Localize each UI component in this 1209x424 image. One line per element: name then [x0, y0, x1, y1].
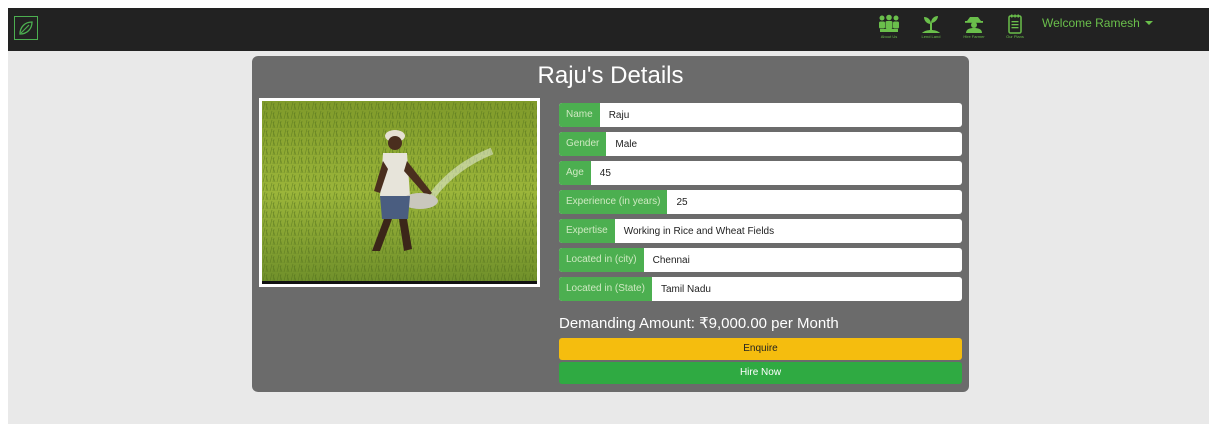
nav-caption: About Us	[880, 34, 898, 39]
nav-hire-farmer[interactable]: Hire Farmer	[958, 14, 990, 44]
hire-now-button[interactable]: Hire Now	[559, 362, 962, 384]
field-label: Located in (State)	[559, 277, 652, 301]
caret-down-icon	[1144, 21, 1153, 25]
nav-about-us[interactable]: About Us	[873, 14, 905, 44]
enquire-button[interactable]: Enquire	[559, 338, 962, 360]
farmer-photo	[259, 98, 540, 287]
top-navbar: About Us Lend Land Hire Farmer Our Plans…	[8, 8, 1209, 51]
field-value: 45	[599, 167, 611, 179]
brand-logo-icon[interactable]	[14, 16, 38, 40]
people-icon	[879, 14, 899, 32]
field-label: Expertise	[559, 219, 615, 243]
field-name: Name Raju	[559, 103, 962, 127]
details-card: Raju's Details Name Raju Gender Male Age…	[252, 56, 969, 392]
nav-lend-land[interactable]: Lend Land	[915, 14, 947, 44]
welcome-text: Welcome Ramesh	[1042, 16, 1140, 30]
field-value: Working in Rice and Wheat Fields	[623, 225, 775, 237]
field-state: Located in (State) Tamil Nadu	[559, 277, 962, 301]
field-age: Age 45	[559, 161, 962, 185]
field-gender: Gender Male	[559, 132, 962, 156]
field-label: Name	[559, 103, 600, 127]
nav-caption: Hire Farmer	[963, 34, 985, 39]
nav-our-plans[interactable]: Our Plans	[999, 14, 1031, 44]
field-city: Located in (city) Chennai	[559, 248, 962, 272]
field-label: Experience (in years)	[559, 190, 668, 214]
notepad-icon	[1008, 14, 1022, 34]
field-expertise: Expertise Working in Rice and Wheat Fiel…	[559, 219, 962, 243]
plant-icon	[922, 16, 940, 33]
field-value: Male	[615, 138, 638, 150]
farmer-icon	[965, 17, 983, 33]
field-value: Raju	[608, 109, 630, 121]
field-value: Tamil Nadu	[660, 283, 711, 295]
field-value: 25	[676, 196, 688, 208]
demanding-amount: Demanding Amount: ₹9,000.00 per Month	[559, 315, 839, 332]
page-title: Raju's Details	[537, 62, 684, 89]
field-label: Age	[559, 161, 591, 185]
user-menu-dropdown[interactable]: Welcome Ramesh	[1042, 16, 1153, 30]
nav-caption: Our Plans	[1006, 34, 1024, 39]
field-experience: Experience (in years) 25	[559, 190, 962, 214]
field-label: Located in (city)	[559, 248, 644, 272]
field-label: Gender	[559, 132, 607, 156]
nav-caption: Lend Land	[921, 34, 941, 39]
field-value: Chennai	[652, 254, 690, 266]
